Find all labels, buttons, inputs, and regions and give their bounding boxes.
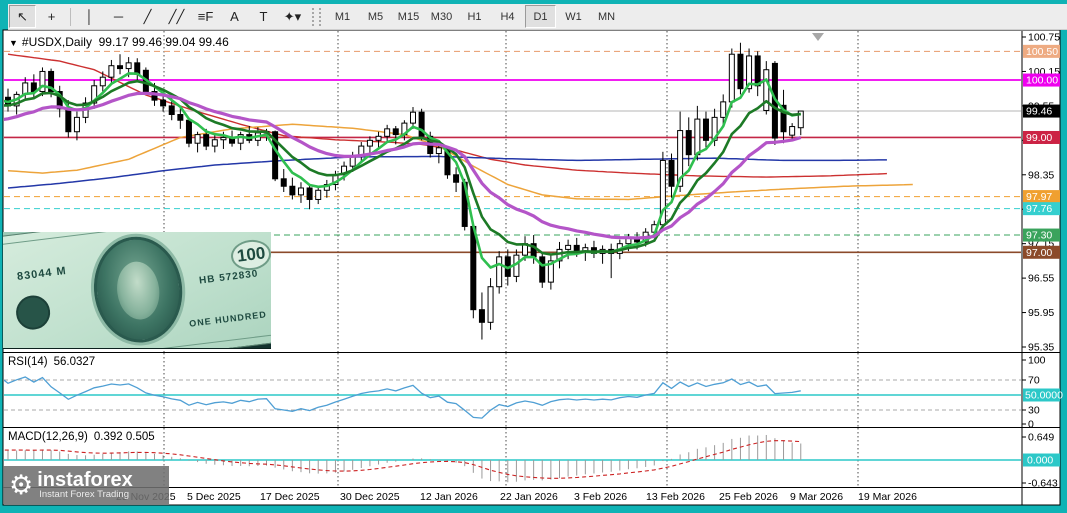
equidistant-channel-tool-button[interactable]: ╱╱ bbox=[163, 5, 190, 28]
price-badge-label: 97.00 bbox=[1026, 247, 1052, 259]
svg-text:0: 0 bbox=[1028, 419, 1034, 431]
timeframe-m15-button[interactable]: M15 bbox=[393, 5, 424, 28]
toolbar-grip[interactable] bbox=[312, 8, 321, 26]
svg-text:50.0000: 50.0000 bbox=[1025, 390, 1063, 402]
price-badge-label: 99.46 bbox=[1026, 106, 1052, 118]
price-badge-label: 97.76 bbox=[1026, 203, 1052, 215]
rsi-name: RSI(14) bbox=[8, 356, 48, 368]
date-tick-label: 13 Feb 2026 bbox=[646, 491, 705, 503]
crosshair-tool-button[interactable]: + bbox=[38, 5, 65, 28]
date-tick-label: 25 Feb 2026 bbox=[719, 491, 778, 503]
chart-ohlc: 99.17 99.46 99.04 99.46 bbox=[99, 35, 229, 49]
toolbar: ↖+│─╱╱╱≡FAT✦▾M1M5M15M30H1H4D1W1MN bbox=[8, 4, 1067, 30]
macd-values: 0.392 0.505 bbox=[94, 431, 155, 443]
price-tick-label: 95.95 bbox=[1028, 307, 1054, 319]
rsi-value: 56.0327 bbox=[54, 356, 96, 368]
price-tick-label: 95.35 bbox=[1028, 342, 1054, 354]
portrait-face bbox=[114, 259, 163, 322]
svg-text:30: 30 bbox=[1028, 405, 1040, 417]
timeframe-h4-button[interactable]: H4 bbox=[492, 5, 523, 28]
price-tick-label: 98.35 bbox=[1028, 169, 1054, 181]
toolbar-separator bbox=[70, 8, 71, 26]
date-tick-label: 3 Feb 2026 bbox=[574, 491, 627, 503]
svg-text:70: 70 bbox=[1028, 375, 1040, 387]
macd-name: MACD(12,26,9) bbox=[8, 431, 88, 443]
svg-text:0.649: 0.649 bbox=[1028, 432, 1054, 444]
logo-brand-text: instaforex bbox=[37, 471, 133, 489]
date-tick-label: 22 Jan 2026 bbox=[500, 491, 558, 503]
price-badge-label: 97.97 bbox=[1026, 191, 1052, 203]
price-badge-label: 100.50 bbox=[1026, 46, 1058, 58]
date-tick-label: 9 Mar 2026 bbox=[790, 491, 843, 503]
gear-bull-icon: ⚙ bbox=[9, 472, 33, 499]
macd-indicator-label: MACD(12,26,9) 0.392 0.505 bbox=[8, 431, 155, 443]
dollar-bill-image: 83044 M HB 572830 ONE HUNDRED 100 bbox=[3, 232, 271, 349]
date-axis[interactable]: 25 Nov 20255 Dec 202517 Dec 202530 Dec 2… bbox=[116, 491, 917, 503]
arrows-tool-button[interactable]: ✦▾ bbox=[279, 5, 306, 28]
svg-text:-0.643: -0.643 bbox=[1028, 478, 1058, 490]
chart-dropdown-icon[interactable]: ▼ bbox=[9, 38, 18, 48]
logo-tagline: Instant Forex Trading bbox=[39, 489, 133, 500]
price-badge-label: 99.00 bbox=[1026, 132, 1052, 144]
price-tick-label: 100.75 bbox=[1028, 32, 1060, 44]
date-tick-label: 17 Dec 2025 bbox=[260, 491, 320, 503]
rsi-indicator-label: RSI(14) 56.0327 bbox=[8, 356, 95, 368]
instaforex-logo: ⚙ instaforex Instant Forex Trading bbox=[3, 466, 169, 504]
timeframe-d1-button[interactable]: D1 bbox=[525, 5, 556, 28]
svg-text:100: 100 bbox=[1028, 355, 1046, 367]
horizontal-line-tool-button[interactable]: ─ bbox=[105, 5, 132, 28]
cursor-tool-button[interactable]: ↖ bbox=[9, 5, 36, 28]
hundred-dollar-bill bbox=[3, 232, 271, 349]
timeframe-m30-button[interactable]: M30 bbox=[426, 5, 457, 28]
price-badge-label: 100.00 bbox=[1026, 75, 1058, 87]
timeframe-h1-button[interactable]: H1 bbox=[459, 5, 490, 28]
timeframe-m5-button[interactable]: M5 bbox=[360, 5, 391, 28]
date-tick-label: 12 Jan 2026 bbox=[420, 491, 478, 503]
price-tick-label: 96.55 bbox=[1028, 273, 1054, 285]
timeframe-w1-button[interactable]: W1 bbox=[558, 5, 589, 28]
price-badge-label: 97.30 bbox=[1026, 230, 1052, 242]
vertical-line-tool-button[interactable]: │ bbox=[76, 5, 103, 28]
text-label-tool-button[interactable]: T bbox=[250, 5, 277, 28]
date-tick-label: 30 Dec 2025 bbox=[340, 491, 400, 503]
date-tick-label: 5 Dec 2025 bbox=[187, 491, 241, 503]
trendline-tool-button[interactable]: ╱ bbox=[134, 5, 161, 28]
text-tool-button[interactable]: A bbox=[221, 5, 248, 28]
timeframe-m1-button[interactable]: M1 bbox=[327, 5, 358, 28]
chart-symbol-period: #USDX,Daily bbox=[22, 35, 92, 49]
svg-text:0.000: 0.000 bbox=[1027, 455, 1053, 467]
fibonacci-tool-button[interactable]: ≡F bbox=[192, 5, 219, 28]
chart-title: ▼ #USDX,Daily 99.17 99.46 99.04 99.46 bbox=[9, 35, 229, 49]
timeframe-mn-button[interactable]: MN bbox=[591, 5, 622, 28]
date-tick-label: 19 Mar 2026 bbox=[858, 491, 917, 503]
